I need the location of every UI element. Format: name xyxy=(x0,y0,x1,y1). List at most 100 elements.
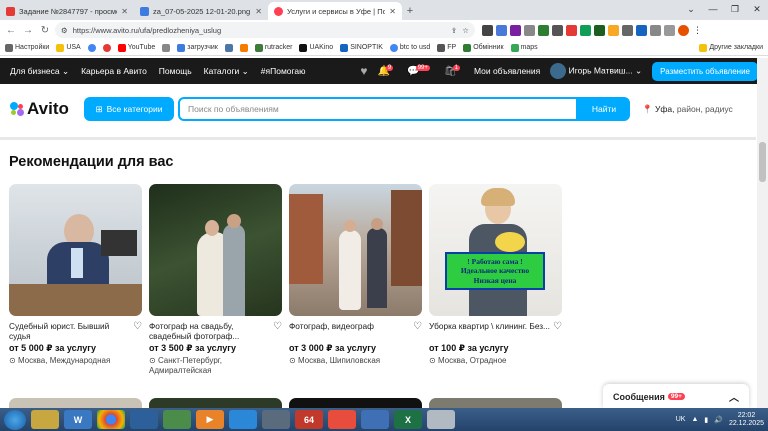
scrollbar-thumb[interactable] xyxy=(759,142,766,182)
nav-help[interactable]: Помощь xyxy=(159,66,192,76)
bookmark-item[interactable]: FP xyxy=(437,43,456,52)
extension-icon[interactable] xyxy=(552,24,563,36)
browser-tab-image[interactable]: za_07-05-2025 12-01-20.png — Р ✕ xyxy=(134,2,268,20)
search-input[interactable]: Поиск по объявлениям xyxy=(178,97,578,121)
extension-icon[interactable] xyxy=(482,24,493,36)
listing-title[interactable]: Фотограф, видеограф xyxy=(289,321,410,341)
start-button[interactable] xyxy=(4,409,26,430)
favorite-heart-icon[interactable]: ♡ xyxy=(270,321,282,341)
bookmark-item[interactable]: UAKino xyxy=(299,43,333,52)
extension-icon[interactable] xyxy=(664,24,675,36)
taskbar-explorer[interactable] xyxy=(31,410,59,429)
bookmark-item[interactable]: btc to usd xyxy=(389,43,430,52)
taskbar-excel[interactable]: X xyxy=(394,410,422,429)
taskbar-app[interactable] xyxy=(262,410,290,429)
messages-icon[interactable]: 💬99+ xyxy=(407,64,434,77)
notifications-bell-icon[interactable]: 🔔9 xyxy=(377,64,397,77)
favorite-heart-icon[interactable]: ♡ xyxy=(550,321,562,341)
extension-icon[interactable] xyxy=(650,24,661,36)
chevron-down-icon[interactable]: ⌄ xyxy=(680,0,702,18)
post-ad-button[interactable]: Разместить объявление xyxy=(652,61,758,81)
menu-dots-icon[interactable]: ⋮ xyxy=(692,25,703,36)
find-button[interactable]: Найти xyxy=(578,97,630,121)
favorite-heart-icon[interactable]: ♡ xyxy=(410,321,422,341)
listing-image[interactable]: ! Работаю сама ! Идеальное качество Низк… xyxy=(429,184,562,316)
taskbar-app[interactable] xyxy=(427,410,455,429)
bookmark-item[interactable] xyxy=(239,43,248,52)
extension-icon[interactable] xyxy=(580,24,591,36)
bookmark-item[interactable]: maps xyxy=(510,43,538,52)
bookmark-item[interactable]: Настройки xyxy=(5,43,49,52)
back-button[interactable]: ← xyxy=(4,25,18,36)
extension-icon[interactable] xyxy=(566,24,577,36)
extension-icon[interactable] xyxy=(636,24,647,36)
cart-icon[interactable]: 🛍1 xyxy=(444,64,464,77)
bookmark-item[interactable] xyxy=(162,43,171,52)
extension-icon[interactable] xyxy=(538,24,549,36)
listing-card[interactable]: Судебный юрист. Бывший судья ♡ от 5 000 ₽… xyxy=(9,184,142,376)
taskbar-app[interactable] xyxy=(163,410,191,429)
user-menu[interactable]: Игорь Матвиш... ⌄ xyxy=(550,63,642,79)
taskbar-media-player[interactable]: ▶ xyxy=(196,410,224,429)
all-categories-button[interactable]: ⊞ Все категории xyxy=(84,97,174,121)
location-selector[interactable]: 📍 Уфа, район, радиус xyxy=(642,104,733,115)
listing-title[interactable]: Уборка квартир \ клининг. Без... xyxy=(429,321,550,341)
tray-arrow-icon[interactable]: ▲ xyxy=(691,416,698,423)
forward-button[interactable]: → xyxy=(21,25,35,36)
extension-icon[interactable] xyxy=(510,24,521,36)
listing-title[interactable]: Судебный юрист. Бывший судья xyxy=(9,321,130,341)
messages-widget[interactable]: Сообщения 99+ ︿ xyxy=(603,384,749,409)
page-scrollbar[interactable] xyxy=(757,58,768,408)
bookmark-item[interactable]: rutracker xyxy=(254,43,292,52)
browser-tab-avito[interactable]: Услуги и сервисы в Уфе | Поиск с ✕ xyxy=(268,2,402,20)
taskbar-app[interactable]: W xyxy=(64,410,92,429)
listing-card[interactable]: ! Работаю сама ! Идеальное качество Низк… xyxy=(429,184,562,376)
bookmark-item[interactable] xyxy=(102,43,111,52)
close-icon[interactable]: ✕ xyxy=(255,7,262,16)
maximize-button[interactable]: ❐ xyxy=(724,0,746,18)
listing-card[interactable]: Фотограф на свадьбу, свадебный фотограф.… xyxy=(149,184,282,376)
close-icon[interactable]: ✕ xyxy=(121,7,128,16)
taskbar-chrome[interactable] xyxy=(97,410,125,429)
bookmark-item[interactable]: USA xyxy=(56,43,81,52)
bookmark-item[interactable]: Другие закладки xyxy=(699,43,763,52)
extension-icon[interactable] xyxy=(524,24,535,36)
close-icon[interactable]: ✕ xyxy=(389,7,396,16)
listing-title[interactable]: Фотограф на свадьбу, свадебный фотограф.… xyxy=(149,321,270,341)
listing-image[interactable] xyxy=(149,184,282,316)
taskbar-app[interactable] xyxy=(328,410,356,429)
network-icon[interactable]: ▮ xyxy=(704,416,708,424)
bookmark-star-icon[interactable]: ☆ xyxy=(462,26,469,35)
taskbar-app[interactable] xyxy=(229,410,257,429)
taskbar-app[interactable]: 64 xyxy=(295,410,323,429)
taskbar-app[interactable] xyxy=(130,410,158,429)
nav-ya-pomogayu[interactable]: #яПомогаю xyxy=(261,66,306,76)
nav-career[interactable]: Карьера в Авито xyxy=(81,66,147,76)
system-clock[interactable]: 22:02 22.12.2025 xyxy=(729,412,764,428)
avito-logo[interactable]: Avito xyxy=(10,99,84,119)
bookmark-item[interactable]: Обмінник xyxy=(463,43,504,52)
my-ads-link[interactable]: Мои объявления xyxy=(474,66,540,76)
new-tab-button[interactable]: + xyxy=(402,2,418,20)
bookmark-item[interactable] xyxy=(224,43,233,52)
profile-avatar[interactable] xyxy=(678,24,689,36)
share-icon[interactable]: ⇪ xyxy=(451,26,457,35)
extension-icon[interactable] xyxy=(594,24,605,36)
favorites-heart-icon[interactable]: ♥ xyxy=(360,64,367,78)
minimize-button[interactable]: — xyxy=(702,0,724,18)
close-window-button[interactable]: ✕ xyxy=(746,0,768,18)
listing-card[interactable]: Фотограф, видеограф ♡ от 3 000 ₽ за услуг… xyxy=(289,184,422,376)
reload-button[interactable]: ↻ xyxy=(38,25,52,36)
favorite-heart-icon[interactable]: ♡ xyxy=(130,321,142,341)
nav-business[interactable]: Для бизнеса ⌄ xyxy=(10,66,69,77)
volume-icon[interactable]: 🔊 xyxy=(714,416,723,424)
bookmark-item[interactable]: YouTube xyxy=(117,43,155,52)
extension-icon[interactable] xyxy=(608,24,619,36)
listing-image[interactable] xyxy=(289,184,422,316)
chevron-up-icon[interactable]: ︿ xyxy=(729,389,739,404)
site-info-icon[interactable]: ⚙ xyxy=(61,26,68,35)
address-bar[interactable]: ⚙ https://www.avito.ru/ufa/predlozheniya… xyxy=(55,22,475,38)
bookmark-item[interactable]: загрузчик xyxy=(177,43,218,52)
browser-tab-task[interactable]: Задание №2847797 - просмотр з ✕ xyxy=(0,2,134,20)
extension-icon[interactable] xyxy=(496,24,507,36)
